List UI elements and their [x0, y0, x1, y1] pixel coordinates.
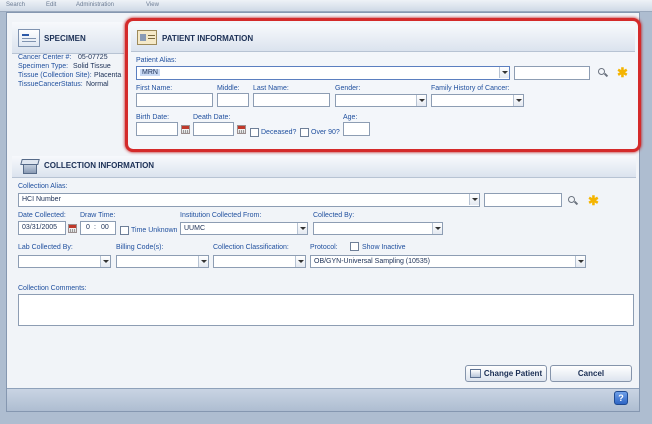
patient-title: PATIENT INFORMATION	[162, 34, 254, 43]
institution-value: UUMC	[184, 225, 205, 232]
help-icon[interactable]: ?	[614, 391, 628, 405]
date-collected-label: Date Collected:	[18, 212, 66, 219]
over90-label: Over 90?	[311, 129, 340, 136]
search-icon[interactable]	[568, 196, 577, 205]
birth-date-input[interactable]	[136, 122, 178, 136]
specimen-cancer-center-value: 05-07725	[78, 54, 108, 61]
draw-time-hour[interactable]: 0	[86, 224, 90, 231]
time-unknown-label: Time Unknown	[131, 227, 178, 234]
specimen-title: SPECIMEN	[44, 34, 86, 43]
collection-title: COLLECTION INFORMATION	[44, 161, 155, 170]
patient-alias-select[interactable]: MRN	[136, 66, 510, 80]
collection-alias-value: HCI Number	[22, 196, 61, 203]
cancel-button[interactable]: Cancel	[550, 365, 632, 382]
chevron-down-icon[interactable]	[432, 223, 442, 234]
collection-comments-textarea[interactable]	[18, 294, 634, 326]
collected-by-select[interactable]	[313, 222, 443, 235]
deceased-checkbox[interactable]	[250, 128, 259, 137]
patient-alias-search-field[interactable]	[514, 66, 590, 80]
last-name-label: Last Name:	[253, 85, 289, 92]
institution-label: Institution Collected From:	[180, 212, 262, 219]
chevron-down-icon[interactable]	[575, 256, 585, 267]
chevron-down-icon[interactable]	[513, 95, 523, 106]
specimen-cancer-status-label: TissueCancerStatus:	[18, 81, 83, 88]
patient-alias-value: MRN	[140, 69, 160, 76]
collection-classification-select[interactable]	[213, 255, 306, 268]
add-star-icon[interactable]: ✱	[617, 66, 628, 79]
collected-by-label: Collected By:	[313, 212, 355, 219]
billing-codes-label: Billing Code(s):	[116, 244, 164, 251]
first-name-input[interactable]	[136, 93, 213, 107]
specimen-icon	[18, 29, 40, 47]
add-star-icon[interactable]: ✱	[588, 194, 599, 207]
draw-time-input[interactable]: 0 : 00	[80, 221, 116, 235]
menu-item-search[interactable]: Search	[6, 2, 25, 8]
calendar-icon[interactable]	[181, 125, 190, 134]
last-name-input[interactable]	[253, 93, 330, 107]
specimen-type-value: Solid Tissue	[73, 63, 111, 70]
patient-card-icon	[137, 30, 157, 45]
gender-select[interactable]	[335, 94, 427, 107]
specimen-tissue-value: Placenta	[94, 72, 122, 79]
lab-collected-by-label: Lab Collected By:	[18, 244, 73, 251]
billing-codes-select[interactable]	[116, 255, 209, 268]
patient-alias-label: Patient Alias:	[136, 57, 177, 64]
chevron-down-icon[interactable]	[499, 67, 509, 78]
draw-time-minute[interactable]: 00	[101, 224, 109, 231]
death-date-label: Death Date:	[193, 114, 231, 121]
specimen-type-label: Specimen Type:	[18, 63, 69, 70]
menu-item-edit[interactable]: Edit	[46, 2, 56, 8]
protocol-label: Protocol:	[310, 244, 338, 251]
chevron-down-icon[interactable]	[416, 95, 426, 106]
specimen-cancer-status-value: Normal	[86, 81, 109, 88]
draw-time-colon: :	[94, 224, 96, 231]
lab-collected-by-select[interactable]	[18, 255, 111, 268]
change-patient-button[interactable]: Change Patient	[465, 365, 547, 382]
menu-item-view[interactable]: View	[146, 2, 159, 8]
collection-comments-label: Collection Comments:	[18, 285, 87, 292]
chevron-down-icon[interactable]	[100, 256, 110, 267]
collection-alias-label: Collection Alias:	[18, 183, 68, 190]
calendar-icon[interactable]	[68, 224, 77, 233]
chevron-down-icon[interactable]	[198, 256, 208, 267]
collection-alias-select[interactable]: HCI Number	[18, 193, 480, 207]
chevron-down-icon[interactable]	[295, 256, 305, 267]
collection-classification-label: Collection Classification:	[213, 244, 289, 251]
birth-date-label: Birth Date:	[136, 114, 170, 121]
time-unknown-checkbox[interactable]	[120, 226, 129, 235]
show-inactive-label: Show Inactive	[362, 244, 406, 251]
deceased-label: Deceased?	[261, 129, 297, 136]
calendar-icon[interactable]	[237, 125, 246, 134]
cancel-label: Cancel	[577, 369, 605, 378]
middle-input[interactable]	[217, 93, 249, 107]
draw-time-label: Draw Time:	[80, 212, 116, 219]
protocol-value: OB/GYN-Universal Sampling (10535)	[314, 258, 430, 265]
search-icon[interactable]	[598, 68, 607, 77]
specimen-tissue-label: Tissue (Collection Site):	[18, 72, 92, 79]
protocol-select[interactable]: OB/GYN-Universal Sampling (10535)	[310, 255, 586, 268]
institution-select[interactable]: UUMC	[180, 222, 308, 235]
chevron-down-icon[interactable]	[469, 194, 479, 205]
menu-item-administration[interactable]: Administration	[76, 2, 114, 8]
change-patient-icon	[470, 369, 481, 378]
middle-label: Middle:	[217, 85, 240, 92]
family-history-label: Family History of Cancer:	[431, 85, 510, 92]
collection-box-icon	[20, 158, 40, 175]
show-inactive-checkbox[interactable]	[350, 242, 359, 251]
over90-checkbox[interactable]	[300, 128, 309, 137]
collection-alias-search-field[interactable]	[484, 193, 562, 207]
first-name-label: First Name:	[136, 85, 173, 92]
age-label: Age:	[343, 114, 358, 121]
menu-bar: Search Edit Administration View	[0, 0, 652, 12]
gender-label: Gender:	[335, 85, 361, 92]
dialog-footer	[7, 388, 639, 411]
death-date-input[interactable]	[193, 122, 234, 136]
age-input[interactable]	[343, 122, 370, 136]
family-history-select[interactable]	[431, 94, 524, 107]
date-collected-input[interactable]: 03/31/2005	[18, 221, 66, 235]
chevron-down-icon[interactable]	[297, 223, 307, 234]
specimen-cancer-center-label: Cancer Center #:	[18, 54, 72, 61]
